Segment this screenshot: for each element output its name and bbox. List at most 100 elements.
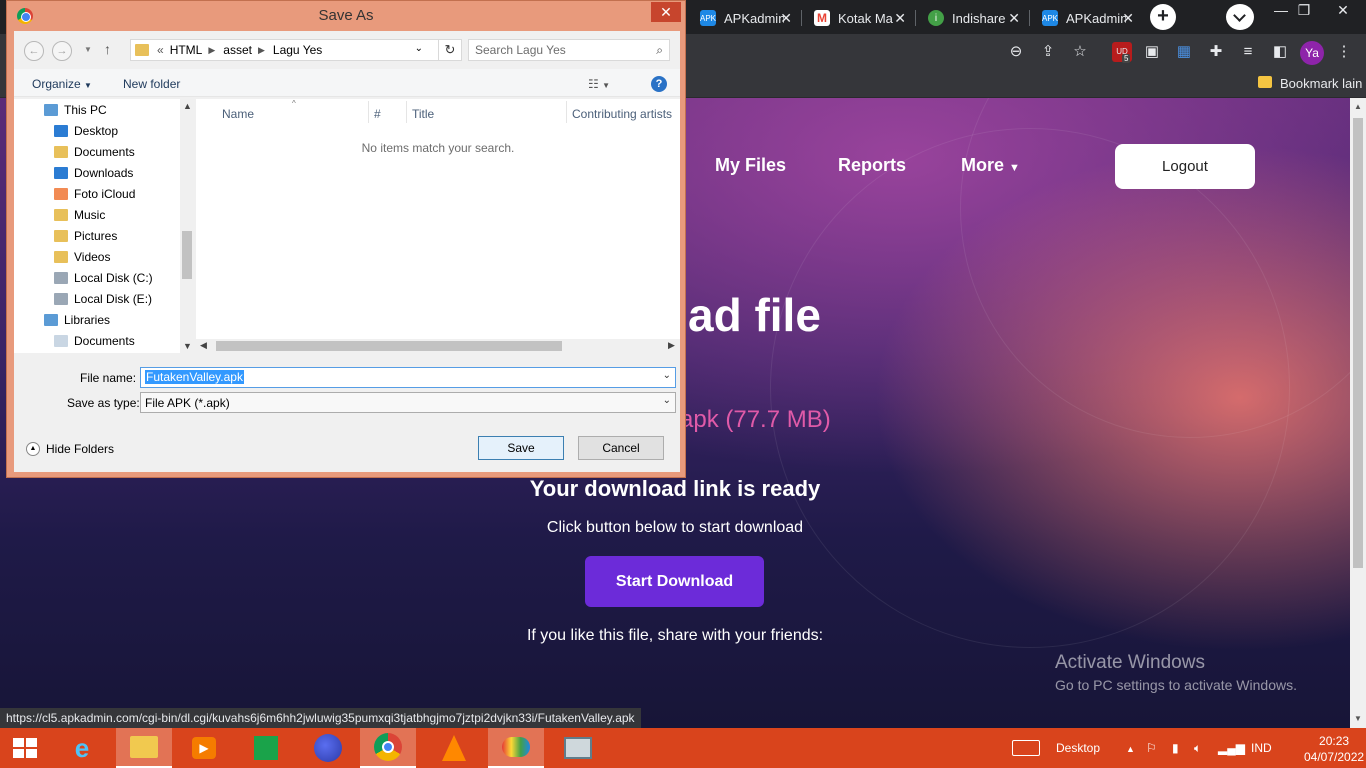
nav-item[interactable]: This PC [14,99,180,120]
save-type-select[interactable]: File APK (*.apk) ⌄ [140,392,676,413]
chevron-down-icon[interactable]: ⌄ [663,370,671,381]
scroll-right-icon[interactable]: ▶ [668,340,675,351]
address-bar[interactable]: « HTML ▶ asset ▶ Lagu Yes ⌄ [130,39,450,61]
close-window-icon[interactable]: ✕ [1320,0,1366,20]
nav-item[interactable]: Documents [14,141,180,162]
breadcrumb-asset[interactable]: asset [223,43,252,57]
close-tab-icon[interactable]: ✕ [1122,10,1134,27]
page-scroll-thumb[interactable] [1353,118,1363,568]
nav-item[interactable]: Libraries [14,309,180,330]
up-arrow-icon[interactable]: ↑ [104,41,111,57]
scroll-down-icon[interactable]: ▼ [183,341,192,351]
breadcrumb-html[interactable]: HTML [170,43,203,57]
file-explorer-icon[interactable] [116,728,172,768]
scroll-left-icon[interactable]: ◀ [200,340,207,351]
scroll-up-icon[interactable]: ▲ [1353,102,1363,111]
nav-my-files[interactable]: My Files [715,155,786,176]
battery-icon[interactable]: ▮ [1172,741,1179,755]
volume-icon[interactable]: 🔈︎ [1194,741,1201,756]
cancel-button[interactable]: Cancel [578,436,664,460]
tab-apkadmin-2[interactable]: APK APKadmin ✕ [1032,3,1142,33]
media-control-icon[interactable]: ≡ [1238,42,1258,62]
file-name-field[interactable]: FutakenValley.apk ⌄ [140,367,676,388]
language-indicator[interactable]: IND [1251,741,1272,755]
action-center-icon[interactable]: ⚐ [1146,741,1157,755]
tab-kotak-mail[interactable]: M Kotak Ma ✕ [804,3,914,33]
search-input[interactable]: Search Lagu Yes ⌕ [468,39,670,61]
menu-dots-icon[interactable]: ⋮ [1334,42,1354,62]
chevron-down-icon[interactable]: ⌄ [663,395,671,406]
recent-locations-icon[interactable]: ▼ [84,45,92,54]
nav-more[interactable]: More ▼ [961,155,1020,176]
column-divider[interactable] [406,101,407,123]
column-name[interactable]: Name [222,107,254,121]
hide-folders-button[interactable]: ▲ Hide Folders [26,442,114,456]
tab-search-button[interactable] [1226,4,1254,30]
internet-explorer-icon[interactable]: e [54,728,110,768]
page-scrollbar[interactable]: ▲ ▼ [1350,98,1366,728]
tab-apkadmin-1[interactable]: APK APKadmin ✕ [690,3,800,33]
column-divider[interactable] [566,101,567,123]
keyboard-icon[interactable] [1012,740,1040,756]
nav-item[interactable]: Foto iCloud [14,183,180,204]
logout-button[interactable]: Logout [1115,144,1255,189]
nav-item[interactable]: Downloads [14,162,180,183]
column-divider[interactable] [368,101,369,123]
nav-item[interactable]: Desktop [14,120,180,141]
nav-item[interactable]: Local Disk (C:) [14,267,180,288]
start-download-button[interactable]: Start Download [585,556,764,607]
share-icon[interactable]: ⇪ [1038,42,1058,62]
scroll-down-icon[interactable]: ▼ [1353,714,1363,723]
nav-scrollbar[interactable]: ▲ ▼ [180,99,194,353]
dialog-close-button[interactable]: ✕ [651,2,681,22]
h-scroll-thumb[interactable] [216,341,562,351]
nav-item[interactable]: Local Disk (E:) [14,288,180,309]
profile-avatar[interactable]: Ya [1300,41,1324,65]
nav-item[interactable]: Pictures [14,225,180,246]
help-icon[interactable]: ? [651,76,667,92]
nav-item[interactable]: Videos [14,246,180,267]
chrome-icon[interactable] [360,728,416,768]
paint-icon[interactable] [488,728,544,768]
store-icon[interactable] [238,728,294,768]
organize-button[interactable]: Organize ▼ [32,77,92,91]
breadcrumb-overflow[interactable]: « [157,43,164,57]
media-player-icon[interactable]: ▶ [176,728,232,768]
windows-start-icon[interactable] [13,738,37,758]
column-contributing-artists[interactable]: Contributing artists [572,107,672,121]
desktop-toolbar-label[interactable]: Desktop [1056,741,1100,755]
back-arrow-icon[interactable]: ← [24,41,44,61]
firefox-icon[interactable] [300,728,356,768]
tab-indishare[interactable]: i Indishare ✕ [918,3,1028,33]
refresh-icon[interactable]: ↻ [438,39,462,61]
vlc-icon[interactable] [426,728,482,768]
monitor-icon[interactable] [550,728,606,768]
new-folder-button[interactable]: New folder [123,77,180,91]
bookmark-star-icon[interactable]: ☆ [1070,42,1090,62]
scroll-up-icon[interactable]: ▲ [183,101,192,111]
new-tab-button[interactable]: + [1150,4,1176,30]
column-number[interactable]: # [374,107,381,121]
column-title[interactable]: Title [412,107,434,121]
forward-arrow-icon[interactable]: → [52,41,72,61]
clock[interactable]: 20:23 04/07/2022 [1304,733,1364,765]
nav-item[interactable]: Documents [14,330,180,351]
network-icon[interactable]: ▂▄▆ [1218,741,1245,755]
close-tab-icon[interactable]: ✕ [894,10,906,27]
close-tab-icon[interactable]: ✕ [780,10,792,27]
bookmark-folder-label[interactable]: Bookmark lain [1280,76,1362,91]
puzzle-extensions-icon[interactable]: ✚ [1206,42,1226,62]
address-dropdown-icon[interactable]: ⌄ [415,43,423,54]
nav-item[interactable]: Music [14,204,180,225]
nav-scroll-thumb[interactable] [182,231,192,279]
zoom-icon[interactable]: ⊖ [1006,42,1026,62]
view-options-icon[interactable]: ☷ ▼ [588,77,610,91]
translate-icon[interactable]: ▦ [1174,42,1194,62]
side-panel-icon[interactable]: ◧ [1270,42,1290,62]
breadcrumb-lagu-yes[interactable]: Lagu Yes [273,43,322,57]
extension-icon[interactable]: ▣ [1142,42,1162,62]
nav-reports[interactable]: Reports [838,155,906,176]
save-button[interactable]: Save [478,436,564,460]
close-tab-icon[interactable]: ✕ [1008,10,1020,27]
chevron-up-icon[interactable]: ▲ [1126,744,1135,754]
